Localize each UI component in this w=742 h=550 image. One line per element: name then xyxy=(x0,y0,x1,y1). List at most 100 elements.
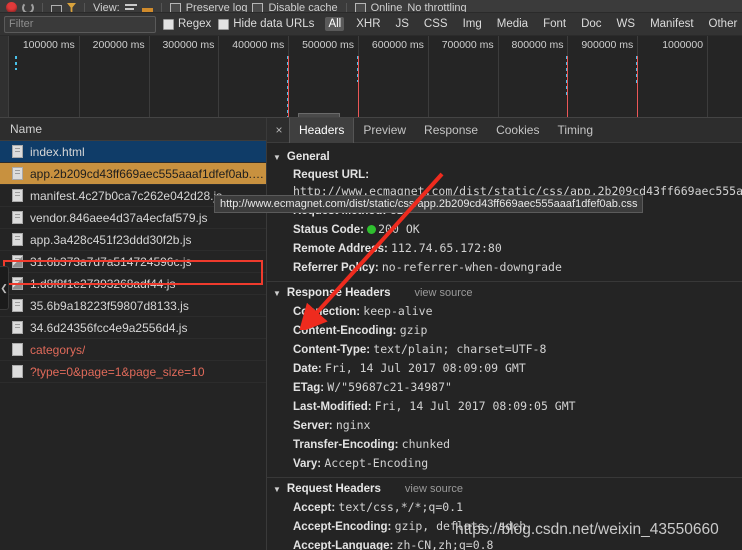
disable-cache-label: Disable cache xyxy=(268,3,337,13)
sidebar-collapse-handle[interactable]: ❮ xyxy=(0,266,9,310)
type-filter-xhr[interactable]: XHR xyxy=(353,17,383,31)
request-row[interactable]: categorys/ xyxy=(0,339,266,361)
resource-type-filters: All XHR JS CSS Img Media Font Doc WS Manifest Othe… xyxy=(325,17,740,31)
close-icon[interactable]: × xyxy=(271,123,287,137)
disable-cache-checkbox[interactable] xyxy=(252,3,263,13)
type-filter-css[interactable]: CSS xyxy=(421,17,451,31)
document-icon xyxy=(12,299,23,312)
request-row[interactable]: 34.6d24356fcc4e9a2556d4.js xyxy=(0,317,266,339)
column-header-name: Name xyxy=(10,122,42,136)
filter-input[interactable] xyxy=(4,16,156,33)
hide-data-urls-label: Hide data URLs xyxy=(233,18,314,30)
type-filter-manifest[interactable]: Manifest xyxy=(647,17,696,31)
request-row[interactable]: ?type=0&page=1&page_size=10 xyxy=(0,361,266,383)
request-name: categorys/ xyxy=(30,343,85,357)
header-row: Date: Fri, 14 Jul 2017 08:09:09 GMT xyxy=(267,359,742,378)
overview-tick-label: 700000 ms xyxy=(442,39,498,51)
blank-document-icon xyxy=(12,343,23,356)
section-header[interactable]: ▼ Response Headers view source xyxy=(267,284,742,302)
waterfall-icon[interactable] xyxy=(142,8,153,12)
type-filter-doc[interactable]: Doc xyxy=(578,17,604,31)
tab-response[interactable]: Response xyxy=(415,118,487,143)
details-tabs: HeadersPreviewResponseCookiesTiming xyxy=(289,118,602,143)
clear-icon[interactable] xyxy=(22,2,34,14)
checkbox-icon xyxy=(163,19,174,30)
network-overview-timeline[interactable]: 100000 ms200000 ms300000 ms400000 ms5000… xyxy=(0,36,742,118)
preserve-log-checkbox[interactable] xyxy=(170,3,181,13)
network-lower-split: Name index.html app.2b209cd43ff669aec555a… xyxy=(0,118,742,550)
screenshot-icon[interactable] xyxy=(51,5,62,13)
request-rows: index.html app.2b209cd43ff669aec555aaaf1d… xyxy=(0,141,266,383)
request-name: 34.6d24356fcc4e9a2556d4.js xyxy=(30,321,187,335)
overview-tick-label: 400000 ms xyxy=(232,39,288,51)
document-icon xyxy=(12,233,23,246)
url-tooltip: http://www.ecmagnet.com/dist/static/css/… xyxy=(214,195,643,213)
header-key: Server: xyxy=(293,420,333,432)
header-row: Connection: keep-alive xyxy=(267,302,742,321)
overview-tick-label: 900000 ms xyxy=(581,39,637,51)
section-title: Response Headers xyxy=(287,287,391,299)
tab-cookies[interactable]: Cookies xyxy=(487,118,548,143)
triangle-down-icon[interactable]: ▼ xyxy=(273,153,281,162)
header-row: Referrer Policy: no-referrer-when-downgr… xyxy=(267,258,742,277)
request-row[interactable]: app.3a428c451f23ddd30f2b.js xyxy=(0,229,266,251)
overview-tick-label: 200000 ms xyxy=(93,39,149,51)
request-row[interactable]: 31.6b373a7d7a514724596c.js xyxy=(0,251,266,273)
tab-headers[interactable]: Headers xyxy=(289,118,354,143)
request-list-pane: Name index.html app.2b209cd43ff669aec555a… xyxy=(0,118,267,550)
online-checkbox[interactable] xyxy=(355,3,366,13)
view-source-link[interactable]: view source xyxy=(414,287,472,299)
details-tabbar: × HeadersPreviewResponseCookiesTiming xyxy=(267,118,742,143)
toolbar-divider xyxy=(42,3,43,14)
overview-load-event-marker xyxy=(358,56,359,118)
request-row[interactable]: 1.d8f8f1e27393268adf44.js xyxy=(0,273,266,295)
request-row[interactable]: index.html xyxy=(0,141,266,163)
throttling-label: No throttling xyxy=(407,3,466,13)
blank-document-icon xyxy=(12,365,23,378)
request-name: ?type=0&page=1&page_size=10 xyxy=(30,365,205,379)
header-key: Accept-Language: xyxy=(293,540,393,550)
request-details-pane: × HeadersPreviewResponseCookiesTiming ▼G… xyxy=(267,118,742,550)
regex-checkbox[interactable]: Regex xyxy=(163,18,211,30)
header-key: Request URL: xyxy=(293,169,369,181)
request-name: app.2b209cd43ff669aec555aaaf1dfef0ab.c… xyxy=(30,167,266,181)
header-value: nginx xyxy=(336,418,371,432)
document-icon xyxy=(12,321,23,334)
type-filter-font[interactable]: Font xyxy=(540,17,569,31)
tab-timing[interactable]: Timing xyxy=(548,118,602,143)
request-list-header[interactable]: Name xyxy=(0,118,266,141)
view-source-link[interactable]: view source xyxy=(405,483,463,495)
header-row: Accept: text/css,*/*;q=0.1 xyxy=(267,498,742,517)
filter-funnel-icon[interactable] xyxy=(67,3,76,13)
tab-preview[interactable]: Preview xyxy=(354,118,415,143)
type-filter-img[interactable]: Img xyxy=(460,17,485,31)
header-value: 112.74.65.172:80 xyxy=(391,241,502,255)
triangle-down-icon[interactable]: ▼ xyxy=(273,485,281,494)
header-row: Transfer-Encoding: chunked xyxy=(267,435,742,454)
section-divider xyxy=(267,281,742,282)
type-filter-other[interactable]: Other xyxy=(706,17,741,31)
type-filter-all[interactable]: All xyxy=(325,17,344,31)
hide-data-urls-checkbox[interactable]: Hide data URLs xyxy=(218,18,314,30)
type-filter-media[interactable]: Media xyxy=(494,17,531,31)
record-dot-icon[interactable] xyxy=(6,2,17,13)
triangle-down-icon[interactable]: ▼ xyxy=(273,289,281,298)
document-shaded-icon xyxy=(12,255,23,268)
list-view-icon[interactable] xyxy=(125,4,137,13)
online-label: Online xyxy=(371,3,403,13)
header-row: ETag: W/"59687c21-34987" xyxy=(267,378,742,397)
section-header[interactable]: ▼Request Headersview source xyxy=(267,480,742,498)
type-filter-js[interactable]: JS xyxy=(393,17,412,31)
request-row[interactable]: app.2b209cd43ff669aec555aaaf1dfef0ab.c… xyxy=(0,163,266,185)
section-divider xyxy=(267,477,742,478)
header-row: Content-Encoding: gzip xyxy=(267,321,742,340)
request-name: 1.d8f8f1e27393268adf44.js xyxy=(30,277,175,291)
header-key: Transfer-Encoding: xyxy=(293,439,398,451)
section-header[interactable]: ▼General xyxy=(267,148,742,166)
regex-label: Regex xyxy=(178,18,211,30)
header-key: Date: xyxy=(293,363,322,375)
overview-tick-labels: 100000 ms200000 ms300000 ms400000 ms5000… xyxy=(0,36,742,56)
request-row[interactable]: 35.6b9a18223f59807d8133.js xyxy=(0,295,266,317)
request-name: manifest.4c27b0ca7c262e042d28.js xyxy=(30,189,222,203)
type-filter-ws[interactable]: WS xyxy=(614,17,639,31)
